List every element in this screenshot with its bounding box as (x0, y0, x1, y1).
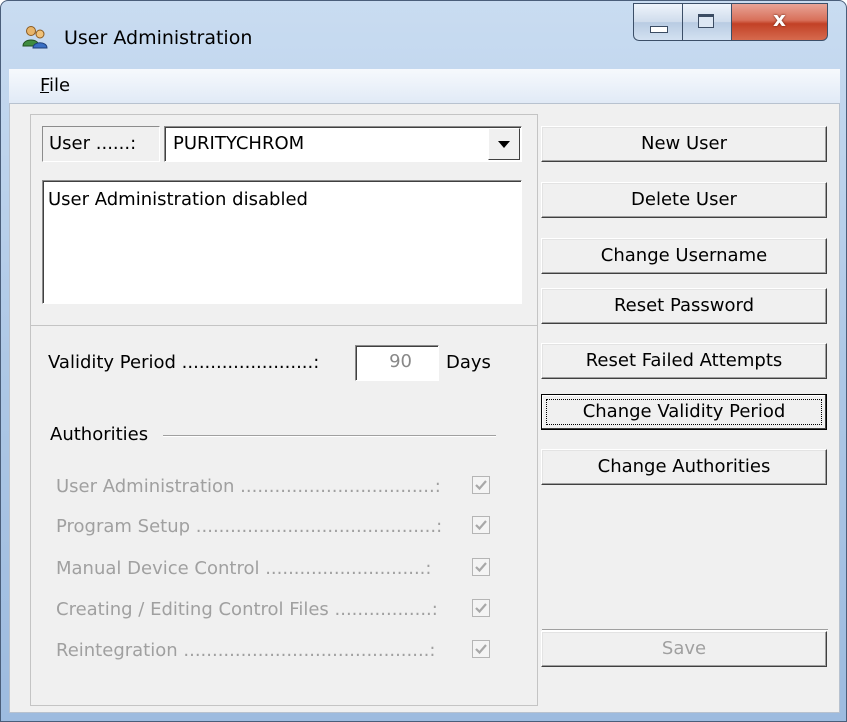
close-button[interactable]: x (731, 3, 828, 41)
validity-period-input[interactable]: 90 (355, 345, 439, 381)
checkmark-icon (475, 644, 487, 655)
authority-checkbox-user-administration[interactable] (472, 476, 490, 494)
title-bar[interactable]: User Administration x (1, 1, 846, 69)
user-dropdown-value: PURITYCHROM (173, 133, 305, 154)
change-authorities-button[interactable]: Change Authorities (541, 449, 827, 485)
authority-checkbox-reintegration[interactable] (472, 640, 490, 658)
change-username-button[interactable]: Change Username (541, 238, 827, 274)
chevron-down-icon (498, 141, 510, 148)
authority-checkbox-manual-device-control[interactable] (472, 558, 490, 576)
info-text: User Administration disabled (48, 189, 308, 210)
authorities-heading: Authorities (50, 424, 149, 445)
authority-checkbox-program-setup[interactable] (472, 516, 490, 534)
reset-failed-attempts-button[interactable]: Reset Failed Attempts (541, 343, 827, 379)
maximize-icon (698, 14, 714, 28)
users-icon (22, 25, 48, 49)
menu-bar: File (9, 69, 840, 104)
info-text-box: User Administration disabled (42, 180, 522, 304)
checkmark-icon (475, 480, 487, 491)
close-icon: x (773, 7, 786, 31)
authorities-divider (163, 435, 496, 437)
main-window: User Administration x File User ......: … (0, 0, 847, 722)
new-user-button[interactable]: New User (541, 126, 827, 162)
maximize-button[interactable] (683, 3, 731, 41)
user-dropdown[interactable]: PURITYCHROM (164, 126, 522, 162)
authority-checkbox-control-files[interactable] (472, 599, 490, 617)
menu-file-label: ile (49, 75, 71, 96)
validity-period-value: 90 (389, 351, 412, 372)
authority-label: Program Setup ..........................… (56, 516, 443, 537)
window-title: User Administration (64, 27, 253, 49)
checkmark-icon (475, 520, 487, 531)
menu-file-accelerator: F (40, 75, 50, 96)
delete-user-button[interactable]: Delete User (541, 182, 827, 218)
checkmark-icon (475, 603, 487, 614)
authority-label: Manual Device Control ..................… (56, 558, 432, 579)
client-area: User ......: PURITYCHROM User Administra… (9, 103, 840, 713)
reset-password-button[interactable]: Reset Password (541, 288, 827, 324)
authority-label: User Administration ....................… (56, 476, 441, 497)
minimize-button[interactable] (633, 3, 683, 41)
focus-rect (546, 399, 822, 425)
validity-period-label: Validity Period .......................: (48, 352, 320, 373)
dropdown-button[interactable] (488, 128, 520, 160)
days-label: Days (446, 352, 491, 373)
menu-file[interactable]: File (40, 75, 70, 96)
checkmark-icon (475, 562, 487, 573)
save-button[interactable]: Save (541, 631, 827, 667)
authority-label: Reintegration ..........................… (56, 640, 436, 661)
authority-label: Creating / Editing Control Files .......… (56, 599, 438, 620)
change-validity-period-button[interactable]: Change Validity Period (541, 394, 827, 430)
user-label: User ......: (49, 133, 137, 154)
minimize-icon (650, 26, 668, 33)
